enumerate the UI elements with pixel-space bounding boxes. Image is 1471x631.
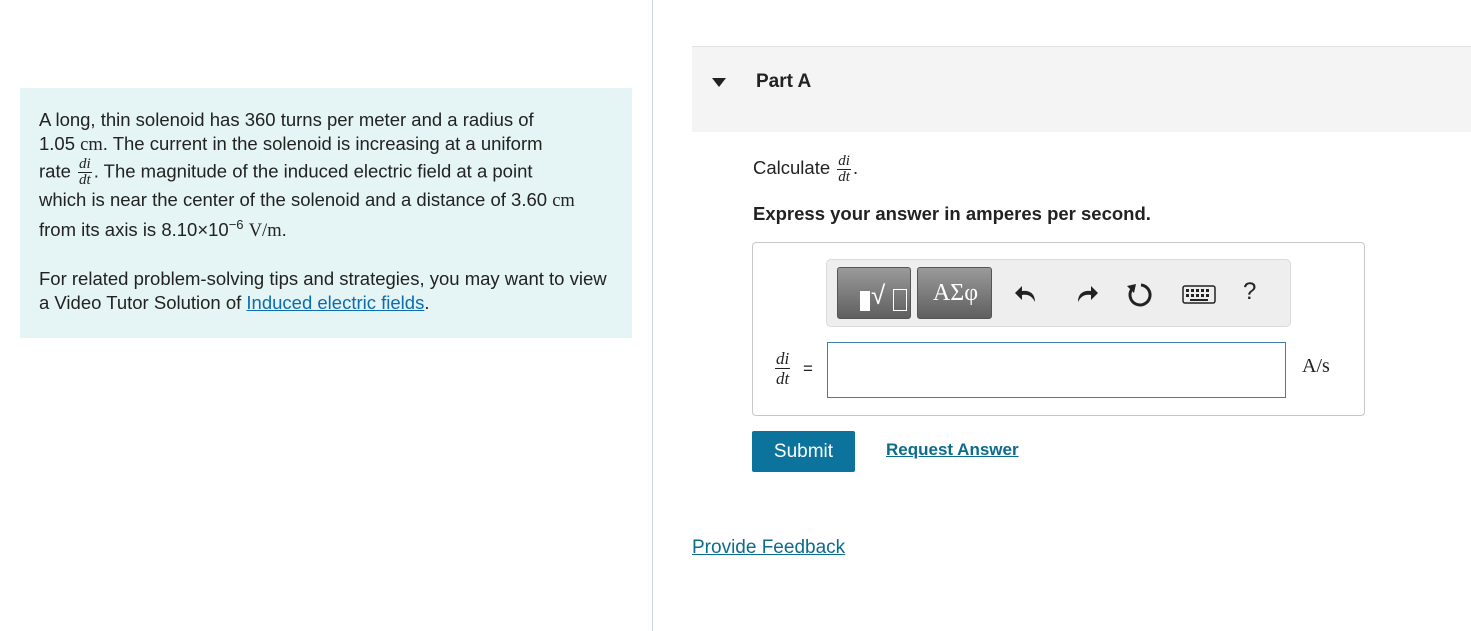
problem-line-5: from its axis is 8.10×10 xyxy=(39,219,229,241)
exponent: −6 xyxy=(228,217,244,232)
field-unit: V/m xyxy=(248,221,282,242)
problem-line-4: which is near the center of the solenoid… xyxy=(39,189,548,210)
redo-icon[interactable] xyxy=(1072,280,1100,308)
answer-units: A/s xyxy=(1302,355,1330,377)
reset-icon[interactable] xyxy=(1125,280,1153,308)
calculate-label: Calculate xyxy=(753,157,831,178)
undo-icon[interactable] xyxy=(1013,280,1041,308)
lhs-numerator: di xyxy=(775,349,791,369)
request-answer-link[interactable]: Request Answer xyxy=(886,440,1019,460)
problem-line-2: . The current in the solenoid is increas… xyxy=(102,133,543,154)
problem-line-1: A long, thin solenoid has 360 turns per … xyxy=(39,109,534,130)
video-tutor-link[interactable]: Induced electric fields xyxy=(246,292,424,313)
part-title: Part A xyxy=(756,71,812,92)
symbols-icon: ΑΣφ xyxy=(932,280,979,306)
answer-box: √ ΑΣφ ? di dt = A/s xyxy=(752,242,1365,416)
calc-numerator: di xyxy=(837,152,851,170)
calc-fraction: di dt xyxy=(837,152,851,185)
part-a-header[interactable]: Part A xyxy=(692,46,1471,132)
templates-button[interactable]: √ xyxy=(837,267,911,319)
calc-period: . xyxy=(852,157,859,178)
calculate-prompt: Calculate di dt. xyxy=(753,148,858,188)
submit-button[interactable]: Submit xyxy=(752,431,855,472)
answer-input[interactable] xyxy=(827,342,1286,398)
distance-unit: cm xyxy=(552,191,575,211)
tips-text: For related problem-solving tips and str… xyxy=(39,267,614,315)
symbols-button[interactable]: ΑΣφ xyxy=(917,267,992,319)
fraction-numerator: di xyxy=(78,156,92,173)
period: . xyxy=(281,219,287,241)
math-toolbar: √ ΑΣφ ? xyxy=(826,259,1291,327)
di-dt-fraction: di dt xyxy=(78,157,92,188)
problem-statement: A long, thin solenoid has 360 turns per … xyxy=(20,88,632,338)
problem-line-3: . The magnitude of the induced electric … xyxy=(93,160,533,182)
answer-instruction: Express your answer in amperes per secon… xyxy=(753,203,1151,224)
radius-value: 1.05 xyxy=(39,133,76,154)
equals-sign: = xyxy=(803,359,813,378)
fraction-denominator: dt xyxy=(79,172,91,188)
calc-denominator: dt xyxy=(838,168,850,185)
provide-feedback-link[interactable]: Provide Feedback xyxy=(692,537,845,559)
help-icon[interactable]: ? xyxy=(1243,278,1256,306)
tips-period: . xyxy=(424,292,430,314)
keyboard-icon[interactable] xyxy=(1182,280,1216,308)
problem-text: A long, thin solenoid has 360 turns per … xyxy=(39,108,614,243)
radius-unit: cm xyxy=(80,135,103,155)
rate-word: rate xyxy=(39,160,71,182)
lhs-denominator: dt xyxy=(776,369,790,388)
panel-divider xyxy=(652,0,653,631)
collapse-caret-icon[interactable] xyxy=(712,78,726,87)
answer-lhs-fraction: di dt xyxy=(775,349,791,388)
